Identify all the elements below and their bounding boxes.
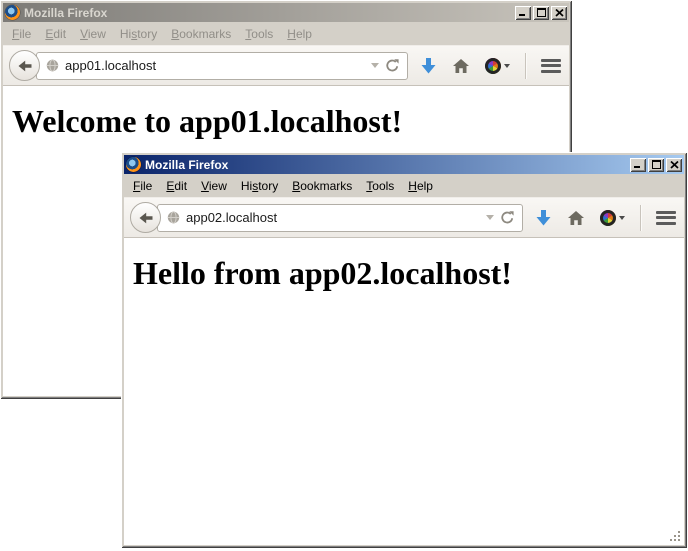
menu-tools[interactable]: Tools	[359, 176, 401, 196]
firefox-window-app02: Mozilla Firefox File Edit View History B…	[121, 152, 687, 548]
minimize-icon	[634, 166, 640, 168]
close-button[interactable]	[551, 6, 567, 20]
menu-help[interactable]: Help	[401, 176, 440, 196]
menu-view[interactable]: View	[73, 24, 113, 44]
color-wheel-icon	[485, 58, 501, 74]
chevron-down-icon	[504, 64, 510, 68]
maximize-icon	[652, 160, 661, 169]
back-arrow-icon	[17, 58, 33, 74]
menu-history[interactable]: History	[234, 176, 285, 196]
navigation-toolbar: app01.localhost	[3, 45, 569, 86]
window-title: Mozilla Firefox	[24, 6, 511, 20]
close-icon	[670, 161, 679, 169]
download-button[interactable]	[420, 57, 437, 75]
app-menu-button[interactable]	[656, 211, 676, 225]
menu-view[interactable]: View	[194, 176, 234, 196]
url-text[interactable]: app02.localhost	[186, 210, 480, 225]
reload-icon[interactable]	[385, 58, 400, 73]
home-button[interactable]	[452, 58, 470, 74]
urlbar-dropdown-icon[interactable]	[486, 215, 494, 220]
back-arrow-icon	[138, 210, 154, 226]
menu-bookmarks[interactable]: Bookmarks	[285, 176, 359, 196]
page-content: Hello from app02.localhost!	[124, 238, 684, 545]
maximize-button[interactable]	[533, 6, 549, 20]
toolbar-separator	[525, 53, 526, 79]
maximize-icon	[537, 8, 546, 17]
url-text[interactable]: app01.localhost	[65, 58, 365, 73]
back-button[interactable]	[130, 202, 161, 233]
menu-file[interactable]: File	[126, 176, 159, 196]
url-bar[interactable]: app01.localhost	[36, 52, 408, 80]
menu-tools[interactable]: Tools	[238, 24, 280, 44]
hamburger-icon	[656, 211, 676, 225]
color-wheel-icon	[600, 210, 616, 226]
close-button[interactable]	[666, 158, 682, 172]
globe-icon	[167, 211, 180, 224]
minimize-icon	[519, 14, 525, 16]
url-bar[interactable]: app02.localhost	[157, 204, 523, 232]
back-button[interactable]	[9, 50, 40, 81]
globe-icon	[46, 59, 59, 72]
firefox-logo-icon	[5, 5, 20, 20]
resize-grip[interactable]	[669, 530, 682, 543]
menu-bookmarks[interactable]: Bookmarks	[164, 24, 238, 44]
download-button[interactable]	[535, 209, 552, 227]
addon-colorwheel-button[interactable]	[485, 58, 510, 74]
minimize-button[interactable]	[630, 158, 646, 172]
menu-edit[interactable]: Edit	[38, 24, 73, 44]
reload-icon[interactable]	[500, 210, 515, 225]
addon-colorwheel-button[interactable]	[600, 210, 625, 226]
menu-bar: File Edit View History Bookmarks Tools H…	[124, 174, 684, 197]
menu-history[interactable]: History	[113, 24, 164, 44]
download-arrow-icon	[535, 209, 552, 227]
app-menu-button[interactable]	[541, 59, 561, 73]
hamburger-icon	[541, 59, 561, 73]
close-icon	[555, 9, 564, 17]
chevron-down-icon	[619, 216, 625, 220]
menu-help[interactable]: Help	[280, 24, 319, 44]
minimize-button[interactable]	[515, 6, 531, 20]
page-heading: Welcome to app01.localhost!	[12, 103, 569, 140]
home-icon	[567, 210, 585, 226]
navigation-toolbar: app02.localhost	[124, 197, 684, 238]
page-heading: Hello from app02.localhost!	[133, 255, 684, 292]
menu-edit[interactable]: Edit	[159, 176, 194, 196]
menu-bar: File Edit View History Bookmarks Tools H…	[3, 22, 569, 45]
menu-file[interactable]: File	[5, 24, 38, 44]
download-arrow-icon	[420, 57, 437, 75]
titlebar[interactable]: Mozilla Firefox	[3, 3, 569, 22]
firefox-logo-icon	[126, 157, 141, 172]
maximize-button[interactable]	[648, 158, 664, 172]
urlbar-dropdown-icon[interactable]	[371, 63, 379, 68]
window-title: Mozilla Firefox	[145, 158, 626, 172]
home-icon	[452, 58, 470, 74]
toolbar-separator	[640, 205, 641, 231]
titlebar[interactable]: Mozilla Firefox	[124, 155, 684, 174]
home-button[interactable]	[567, 210, 585, 226]
